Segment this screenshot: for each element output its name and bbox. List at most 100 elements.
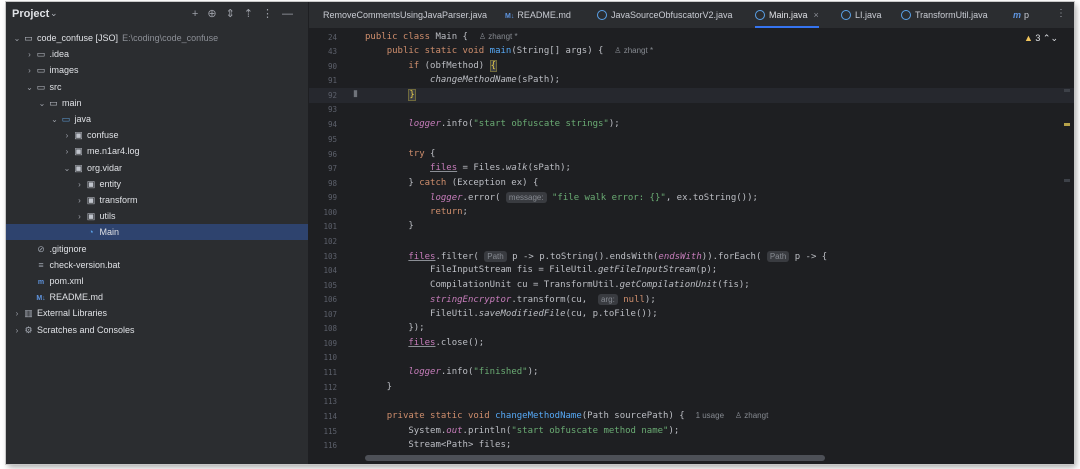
line-number[interactable]: 105 [309, 281, 337, 290]
tree-item[interactable]: › ▣ utils [6, 208, 308, 224]
line-number[interactable]: 108 [309, 324, 337, 333]
editor-tab[interactable]: mp [1013, 2, 1029, 28]
line-number[interactable]: 91 [309, 76, 337, 85]
chevron-down-icon[interactable]: ⌄ [50, 112, 60, 128]
line-number[interactable]: 24 [309, 33, 337, 42]
close-icon[interactable]: × [814, 10, 819, 20]
code-line: return; [430, 207, 468, 217]
tree-item[interactable]: › ▣ me.n1ar4.log [6, 143, 308, 159]
tree-item-label: External Libraries [37, 308, 108, 319]
tree-item[interactable]: › ▭ images [6, 62, 308, 78]
chevron-right-icon[interactable]: › [75, 177, 85, 193]
line-number[interactable]: 103 [309, 252, 337, 261]
source-folder-icon: ▭ [61, 114, 71, 124]
line-number[interactable]: 109 [309, 339, 337, 348]
chevron-right-icon[interactable]: › [75, 209, 85, 225]
chevron-right-icon[interactable]: › [62, 128, 72, 144]
editor-tab[interactable]: RemoveCommentsUsingJavaParser.java [323, 2, 487, 28]
horizontal-scrollbar[interactable] [365, 455, 825, 461]
chevron-right-icon[interactable]: › [12, 323, 22, 339]
tab-label: RemoveCommentsUsingJavaParser.java [323, 10, 488, 20]
tree-item-label: code_confuse [JSO] [37, 33, 119, 43]
tree-item[interactable]: › ▣ entity [6, 176, 308, 192]
tree-item[interactable]: › ▭ .idea [6, 46, 308, 62]
code-line: try { [408, 149, 436, 159]
chevron-down-icon[interactable]: ⌄ [12, 31, 22, 47]
error-stripe-mark[interactable] [1064, 89, 1070, 92]
collapse-all-icon[interactable]: ⇡ [244, 8, 262, 20]
line-number[interactable]: 101 [309, 222, 337, 231]
line-number[interactable]: 116 [309, 441, 337, 450]
editor-tab[interactable]: M↓ README.md [505, 2, 571, 28]
line-number[interactable]: 96 [309, 150, 337, 159]
chevron-down-icon[interactable]: ⌄ [37, 96, 47, 112]
line-number[interactable]: 112 [309, 383, 337, 392]
tree-item[interactable]: ≡ check-version.bat [6, 257, 308, 273]
tree-item[interactable]: › ▥ External Libraries [6, 305, 308, 321]
line-number[interactable]: 115 [309, 427, 337, 436]
tree-item[interactable]: ⌄ ▭ java [6, 111, 308, 127]
more-icon[interactable]: ⋮ [262, 8, 282, 20]
line-number[interactable]: 113 [309, 397, 337, 406]
line-number[interactable]: 95 [309, 135, 337, 144]
tree-item[interactable]: ⊘ .gitignore [6, 241, 308, 257]
line-number[interactable]: 94 [309, 120, 337, 129]
tree-item[interactable]: › ▣ confuse [6, 127, 308, 143]
chevron-down-icon[interactable]: ⌄ [1050, 33, 1058, 43]
chevron-right-icon[interactable]: › [75, 193, 85, 209]
add-icon[interactable]: + [192, 8, 207, 20]
editor-tab[interactable]: LI.java [841, 2, 882, 28]
line-number[interactable]: 111 [309, 368, 337, 377]
line-number[interactable]: 99 [309, 193, 337, 202]
line-number[interactable]: 92 [309, 91, 337, 100]
error-stripe-mark[interactable] [1064, 179, 1070, 182]
expand-all-icon[interactable]: ⇕ [226, 8, 244, 20]
tree-item[interactable]: ⌄ ▭ code_confuse [JSO] E:\coding\code_confu… [6, 30, 308, 46]
line-number[interactable]: 114 [309, 412, 337, 421]
chevron-right-icon[interactable]: › [12, 306, 22, 322]
tree-item-label: java [74, 114, 92, 124]
line-number[interactable]: 104 [309, 266, 337, 275]
tree-item[interactable]: ⌄ ▣ org.vidar [6, 160, 308, 176]
project-panel-title[interactable]: Project [12, 8, 49, 20]
chevron-right-icon[interactable]: › [62, 144, 72, 160]
editor-tab[interactable]: TransformUtil.java [901, 2, 988, 28]
tree-item[interactable]: ⌄ ▭ main [6, 95, 308, 111]
tree-item[interactable]: › ⚙ Scratches and Consoles [6, 322, 308, 338]
bookmark-gutter-icon[interactable]: ▮ [353, 88, 358, 99]
line-number[interactable]: 107 [309, 310, 337, 319]
line-number[interactable]: 93 [309, 105, 337, 114]
code-line: FileUtil.saveModifiedFile(cu, p.toFile()… [365, 309, 658, 319]
code-editor[interactable]: ▲ 3 ⌃⌄ 24 43 90 91 92 93 94 95 96 97 98 99 100 101 102… [309, 29, 1074, 464]
package-icon: ▣ [86, 211, 96, 222]
tree-item[interactable]: › ▣ transform [6, 192, 308, 208]
chevron-down-icon[interactable]: ⌄ [50, 8, 58, 19]
line-number[interactable]: 100 [309, 208, 337, 217]
code-line: files = Files.walk(sPath); [430, 163, 571, 173]
chevron-right-icon[interactable]: › [25, 47, 35, 63]
line-number[interactable]: 90 [309, 62, 337, 71]
editor-tab[interactable]: JavaSourceObfuscatorV2.java [597, 2, 733, 28]
tree-item[interactable]: ⌄ ▭ src [6, 79, 308, 95]
tree-item[interactable]: m pom.xml [6, 273, 308, 289]
line-number[interactable]: 43 [309, 47, 337, 56]
chevron-right-icon[interactable]: › [25, 63, 35, 79]
inspection-widget[interactable]: ▲ 3 ⌃⌄ [1024, 33, 1058, 44]
tree-item-label: pom.xml [49, 276, 84, 286]
minimize-icon[interactable]: — [282, 8, 302, 20]
chevron-down-icon[interactable]: ⌄ [25, 80, 35, 96]
tab-menu-icon[interactable]: ⋮ [1056, 8, 1066, 19]
tree-item[interactable]: M↓ README.md [6, 289, 308, 305]
tab-label: Main.java [769, 10, 808, 20]
locate-icon[interactable]: ⊕ [207, 8, 225, 20]
line-number[interactable]: 106 [309, 295, 337, 304]
tree-item[interactable]: ◔ Main [6, 224, 308, 241]
line-number[interactable]: 110 [309, 353, 337, 362]
chevron-down-icon[interactable]: ⌄ [62, 161, 72, 177]
line-number[interactable]: 102 [309, 237, 337, 246]
line-number[interactable]: 98 [309, 179, 337, 188]
error-stripe-mark[interactable] [1064, 123, 1070, 126]
tree-item-label: Scratches and Consoles [37, 324, 135, 335]
line-number[interactable]: 97 [309, 164, 337, 173]
editor-tab[interactable]: Main.java × [755, 2, 819, 28]
